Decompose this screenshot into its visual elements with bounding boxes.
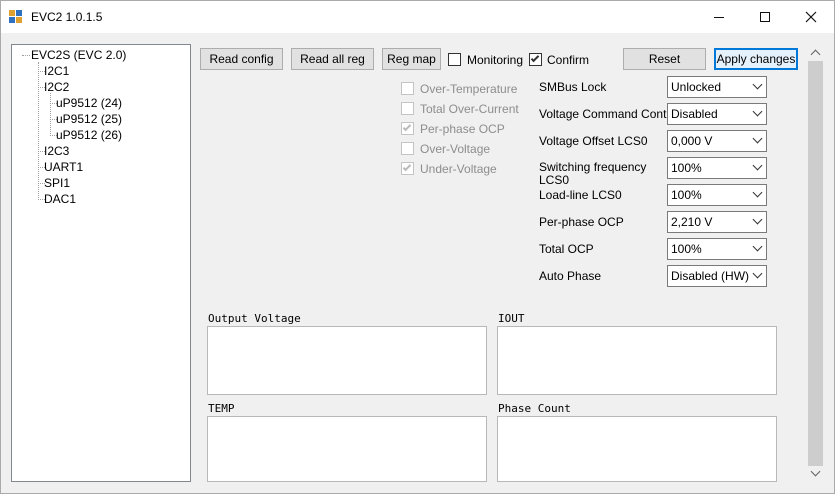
maximize-button[interactable] [742,1,788,33]
chevron-down-icon [752,106,763,117]
output-voltage-title: Output Voltage [208,312,301,325]
temp-title: TEMP [208,402,235,415]
apply-changes-button[interactable]: Apply changes [714,48,798,70]
iout-title: IOUT [498,312,525,325]
output-voltage-panel [207,326,487,395]
voltage-offset-label: Voltage Offset LCS0 [539,134,648,148]
tree-item-i2c3[interactable]: I2C3 [44,144,69,158]
close-button[interactable] [788,1,834,33]
chevron-down-icon [752,214,763,225]
chevron-down-icon [752,133,763,144]
read-config-button[interactable]: Read config [200,48,283,70]
voltage-offset-value: 0,000 V [671,134,713,148]
scroll-up-icon[interactable] [807,44,824,61]
reset-button[interactable]: Reset [623,48,706,70]
over-temperature-checkbox[interactable] [401,82,414,95]
chevron-down-icon [752,241,763,252]
minimize-button[interactable] [696,1,742,33]
checkmark-icon [402,122,412,132]
total-ocp-label: Total OCP [539,242,594,256]
auto-phase-select[interactable]: Disabled (HW) [667,265,767,287]
window-title: EVC2 1.0.1.5 [31,10,103,24]
app-window: EVC2 1.0.1.5 EVC2S (EVC 2.0) I2C1 I2C2 u… [0,0,835,494]
confirm-checkbox[interactable] [529,53,542,66]
chevron-down-icon [752,160,763,171]
total-over-current-label: Total Over-Current [420,102,519,116]
monitoring-label: Monitoring [467,53,524,67]
voltage-command-control-value: Disabled [671,107,718,121]
tree-item-i2c1[interactable]: I2C1 [44,64,69,78]
scroll-down-icon[interactable] [807,465,824,482]
total-over-current-checkbox[interactable] [401,102,414,115]
device-tree[interactable]: EVC2S (EVC 2.0) I2C1 I2C2 uP9512 (24) uP… [11,44,191,482]
per-phase-ocp-label: Per-phase OCP [420,122,505,136]
tree-item-up9512-24[interactable]: uP9512 (24) [56,96,122,110]
tree-connector [38,62,39,200]
voltage-command-control-select[interactable]: Disabled [667,103,767,125]
iout-panel [497,326,777,395]
read-all-reg-button[interactable]: Read all reg [291,48,374,70]
tree-item-spi1[interactable]: SPI1 [44,176,70,190]
total-ocp-select[interactable]: 100% [667,238,767,260]
under-voltage-label: Under-Voltage [420,162,497,176]
app-icon [9,10,23,24]
tree-item-up9512-25[interactable]: uP9512 (25) [56,112,122,126]
checkmark-icon [402,162,412,172]
minimize-icon [714,16,724,18]
under-voltage-checkbox[interactable] [401,162,414,175]
over-temperature-label: Over-Temperature [420,82,518,96]
voltage-offset-select[interactable]: 0,000 V [667,130,767,152]
per-phase-ocp-value: 2,210 V [671,215,713,229]
load-line-value: 100% [671,188,702,202]
voltage-command-control-label: Voltage Command Control [539,107,680,121]
tree-item-dac1[interactable]: DAC1 [44,192,76,206]
switching-frequency-value: 100% [671,161,702,175]
temp-panel [207,416,487,482]
chevron-down-icon [752,79,763,90]
load-line-select[interactable]: 100% [667,184,767,206]
switching-frequency-select[interactable]: 100% [667,157,767,179]
tree-item-up9512-26[interactable]: uP9512 (26) [56,128,122,142]
tree-connector [22,55,30,56]
maximize-icon [760,12,770,22]
tree-connector [50,93,51,136]
smbus-lock-select[interactable]: Unlocked [667,76,767,98]
phase-count-title: Phase Count [498,402,571,415]
over-voltage-checkbox[interactable] [401,142,414,155]
per-phase-ocp-select[interactable]: 2,210 V [667,211,767,233]
total-ocp-value: 100% [671,242,702,256]
chevron-down-icon [752,268,763,279]
confirm-label: Confirm [547,53,590,67]
title-bar: EVC2 1.0.1.5 [1,1,834,33]
checkmark-icon [530,53,540,63]
scrollbar-thumb[interactable] [808,61,823,466]
smbus-lock-value: Unlocked [671,80,722,94]
per-phase-ocp-checkbox[interactable] [401,122,414,135]
smbus-lock-label: SMBus Lock [539,80,607,94]
reg-map-button[interactable]: Reg map [382,48,441,70]
vertical-scrollbar[interactable] [807,44,824,482]
auto-phase-label: Auto Phase [539,269,602,283]
chevron-down-icon [752,187,763,198]
tree-item-evc2s[interactable]: EVC2S (EVC 2.0) [31,48,126,62]
auto-phase-value: Disabled (HW) [671,269,750,283]
monitoring-checkbox[interactable] [448,53,461,66]
per-phase-ocp-setting-label: Per-phase OCP [539,215,624,229]
close-icon [805,11,817,23]
phase-count-panel [497,416,777,482]
tree-item-uart1[interactable]: UART1 [44,160,83,174]
load-line-label: Load-line LCS0 [539,188,622,202]
switching-frequency-label: Switching frequency LCS0 [539,160,647,187]
over-voltage-label: Over-Voltage [420,142,491,156]
tree-item-i2c2[interactable]: I2C2 [44,80,69,94]
